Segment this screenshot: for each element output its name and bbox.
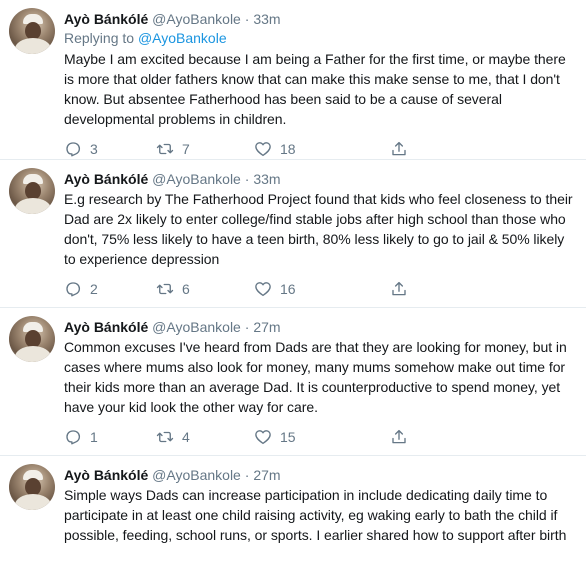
- reply-button[interactable]: 1: [64, 428, 130, 446]
- tweet-actions: 3 7 18: [64, 138, 576, 160]
- like-count: 15: [280, 429, 296, 445]
- user-handle[interactable]: @AyoBankole: [152, 11, 241, 27]
- retweet-count: 6: [182, 281, 190, 297]
- tweet-timestamp[interactable]: 33m: [253, 11, 280, 27]
- like-count: 16: [280, 281, 296, 297]
- avatar-robe: [15, 198, 51, 214]
- display-name[interactable]: Ayò Bánkólé: [64, 467, 148, 483]
- retweet-button[interactable]: 6: [156, 280, 268, 298]
- tweet-timestamp[interactable]: 33m: [253, 171, 280, 187]
- avatar[interactable]: [9, 168, 55, 214]
- retweet-icon: [156, 143, 174, 155]
- user-handle[interactable]: @AyoBankole: [152, 467, 241, 483]
- separator-dot: ·: [244, 467, 250, 483]
- heart-icon: [255, 142, 271, 157]
- replying-to: Replying to @AyoBankole: [64, 28, 576, 48]
- tweet-header: Ayò Bánkólé @AyoBankole · 27m: [64, 318, 576, 336]
- like-count: 18: [280, 141, 296, 157]
- replying-to-link[interactable]: @AyoBankole: [138, 30, 227, 46]
- reply-count: 2: [90, 281, 98, 297]
- heart-icon: [255, 430, 271, 445]
- tweet[interactable]: Ayò Bánkólé @AyoBankole · 27m Common exc…: [0, 308, 586, 456]
- heart-icon: [255, 282, 271, 297]
- tweet-header: Ayò Bánkólé @AyoBankole · 33m: [64, 10, 576, 28]
- avatar[interactable]: [9, 8, 55, 54]
- reply-button[interactable]: 2: [64, 280, 130, 298]
- retweet-count: 7: [182, 141, 190, 157]
- tweet-text: Simple ways Dads can increase participat…: [64, 487, 567, 543]
- tweet-actions: 1 4 15: [64, 426, 576, 448]
- display-name[interactable]: Ayò Bánkólé: [64, 11, 148, 27]
- tweet[interactable]: Ayò Bánkólé @AyoBankole · 33m Replying t…: [0, 0, 586, 160]
- retweet-icon: [156, 283, 174, 295]
- separator-dot: ·: [244, 171, 250, 187]
- reply-icon: [66, 142, 81, 157]
- tweet-timestamp[interactable]: 27m: [253, 319, 280, 335]
- reply-count: 3: [90, 141, 98, 157]
- share-button[interactable]: [390, 280, 408, 298]
- tweet-text: Maybe I am excited because I am being a …: [64, 51, 566, 127]
- retweet-button[interactable]: 4: [156, 428, 268, 446]
- separator-dot: ·: [244, 11, 250, 27]
- user-handle[interactable]: @AyoBankole: [152, 319, 241, 335]
- tweet[interactable]: Ayò Bánkólé @AyoBankole · 33m E.g resear…: [0, 160, 586, 308]
- retweet-icon: [156, 431, 174, 443]
- share-icon: [392, 429, 406, 444]
- share-icon: [392, 141, 406, 156]
- share-button[interactable]: [390, 140, 408, 158]
- tweet-timestamp[interactable]: 27m: [253, 467, 280, 483]
- tweet-text: E.g research by The Fatherhood Project f…: [64, 191, 573, 267]
- tweet-thread: Ayò Bánkólé @AyoBankole · 33m Replying t…: [0, 0, 586, 570]
- avatar-robe: [15, 494, 51, 510]
- tweet[interactable]: Ayò Bánkólé @AyoBankole · 27m Simple way…: [0, 456, 586, 570]
- tweet-header: Ayò Bánkólé @AyoBankole · 27m: [64, 466, 576, 484]
- reply-count: 1: [90, 429, 98, 445]
- tweet-actions: 2 6 16: [64, 278, 576, 300]
- avatar-robe: [15, 346, 51, 362]
- display-name[interactable]: Ayò Bánkólé: [64, 171, 148, 187]
- reply-icon: [66, 282, 81, 297]
- avatar[interactable]: [9, 316, 55, 362]
- tweet-text: Common excuses I've heard from Dads are …: [64, 339, 567, 415]
- reply-icon: [66, 430, 81, 445]
- share-button[interactable]: [390, 428, 408, 446]
- retweet-button[interactable]: 7: [156, 140, 268, 158]
- share-icon: [392, 281, 406, 296]
- user-handle[interactable]: @AyoBankole: [152, 171, 241, 187]
- like-button[interactable]: 18: [254, 140, 370, 158]
- retweet-count: 4: [182, 429, 190, 445]
- like-button[interactable]: 16: [254, 280, 370, 298]
- avatar[interactable]: [9, 464, 55, 510]
- display-name[interactable]: Ayò Bánkólé: [64, 319, 148, 335]
- replying-prefix: Replying to: [64, 30, 135, 46]
- like-button[interactable]: 15: [254, 428, 370, 446]
- tweet-header: Ayò Bánkólé @AyoBankole · 33m: [64, 170, 576, 188]
- reply-button[interactable]: 3: [64, 140, 130, 158]
- avatar-robe: [15, 38, 51, 54]
- separator-dot: ·: [244, 319, 250, 335]
